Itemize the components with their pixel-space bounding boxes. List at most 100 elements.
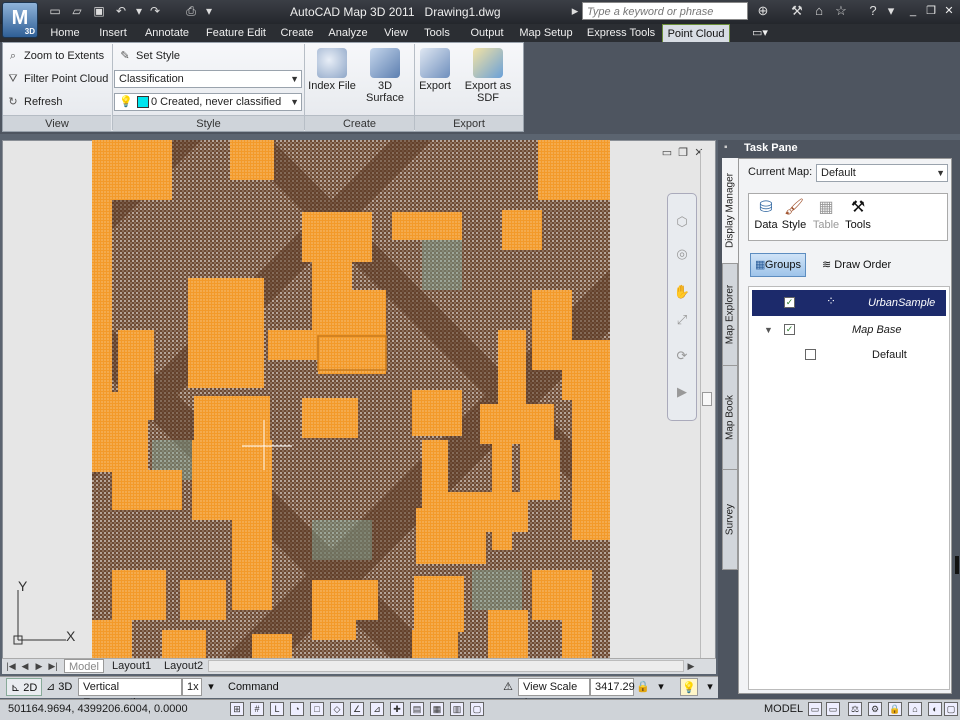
model-space-toggle[interactable]: MODEL <box>764 703 803 715</box>
command-label[interactable]: Command <box>228 678 279 696</box>
table-button[interactable]: ▦ Table <box>810 197 842 231</box>
tab-survey[interactable]: Survey <box>722 470 738 570</box>
tab-layout2[interactable]: Layout2 <box>160 659 207 673</box>
quick-view-drawings-icon[interactable]: ▭ <box>826 702 840 716</box>
vertical-exaggeration-value[interactable]: 1x <box>182 678 202 696</box>
snap-icon[interactable]: ⊞ <box>230 702 244 716</box>
expand-triangle-icon[interactable]: ▼ <box>764 325 773 335</box>
polar-icon[interactable]: ◔ <box>290 702 304 716</box>
tab-map-book[interactable]: Map Book <box>722 366 738 470</box>
group-visibility-checkbox[interactable]: ✓ <box>784 324 795 335</box>
ortho-icon[interactable]: L <box>270 702 284 716</box>
tab-express-tools[interactable]: Express Tools <box>584 24 658 42</box>
viewport-minimize-icon[interactable]: ▭ <box>660 147 674 159</box>
tab-map-setup[interactable]: Map Setup <box>516 24 576 42</box>
favorites-star-icon[interactable]: ☆ <box>832 3 850 19</box>
wrench-icon[interactable]: ⚒ <box>788 3 806 19</box>
tab-view[interactable]: View <box>378 24 414 42</box>
viewport-restore-icon[interactable]: ❐ <box>676 147 690 159</box>
lock-icon[interactable]: 🔒 <box>636 678 650 696</box>
open-folder-icon[interactable]: ▱ <box>68 3 86 19</box>
filter-point-cloud-button[interactable]: ⛛ Filter Point Cloud <box>6 69 108 89</box>
lightbulb-icon[interactable]: 💡 <box>680 678 698 696</box>
export-button[interactable]: Export <box>418 48 452 92</box>
task-pane-grip-icon[interactable]: ▪ <box>724 142 738 154</box>
redo-icon[interactable]: ↷ <box>146 3 164 19</box>
help-icon[interactable]: ? <box>864 3 882 19</box>
index-file-button[interactable]: Index File <box>308 48 356 92</box>
tools-button[interactable]: ⚒ Tools <box>842 197 874 231</box>
otrack-icon[interactable]: ∠ <box>350 702 364 716</box>
zoom-to-extents-button[interactable]: ⌕ Zoom to Extents <box>6 46 104 66</box>
selection-cycling-icon[interactable]: ▢ <box>470 702 484 716</box>
osnap-icon[interactable]: □ <box>310 702 324 716</box>
style-button[interactable]: 🖌 Style <box>778 197 810 231</box>
undo-icon[interactable]: ↶ <box>112 3 130 19</box>
viewcube-icon[interactable]: ⬡ <box>672 212 692 232</box>
save-icon[interactable]: ▣ <box>90 3 108 19</box>
steering-wheel-icon[interactable]: ◎ <box>672 244 692 264</box>
workspace-gear-icon[interactable]: ⚙ <box>868 702 882 716</box>
tab-analyze[interactable]: Analyze <box>324 24 372 42</box>
tab-map-explorer[interactable]: Map Explorer <box>722 264 738 366</box>
subscription-icon[interactable]: ⌂ <box>810 3 828 19</box>
horizontal-scrollbar[interactable] <box>208 660 684 672</box>
search-input[interactable]: Type a keyword or phrase <box>582 2 748 20</box>
export-as-sdf-button[interactable]: Export as SDF <box>454 48 522 104</box>
chevron-down-icon[interactable]: ▾ <box>654 678 668 696</box>
task-pane-splitter[interactable] <box>955 556 959 574</box>
grid-icon[interactable]: # <box>250 702 264 716</box>
tab-point-cloud[interactable]: Point Cloud <box>662 24 730 42</box>
groups-button[interactable]: ▦ Groups <box>750 253 806 277</box>
toolbar-lock-icon[interactable]: 🔒 <box>888 702 902 716</box>
isolate-objects-icon[interactable]: ◐ <box>928 702 942 716</box>
application-menu-button[interactable]: M 3D <box>2 2 38 38</box>
quick-view-layouts-icon[interactable]: ▭ <box>808 702 822 716</box>
chevron-down-icon[interactable]: ▾ <box>204 678 218 696</box>
new-file-icon[interactable]: ▭ <box>46 3 64 19</box>
2d-mode-button[interactable]: ⊾ 2D <box>6 678 43 696</box>
dyn-icon[interactable]: ✚ <box>390 702 404 716</box>
layer-visibility-checkbox[interactable]: ✓ <box>805 349 816 360</box>
hardware-acceleration-icon[interactable]: ⌂ <box>908 702 922 716</box>
clean-screen-icon[interactable]: ▢ <box>944 702 958 716</box>
tab-home[interactable]: Home <box>44 24 86 42</box>
tab-display-manager[interactable]: Display Manager <box>722 158 738 264</box>
first-layout-icon[interactable]: |◀ <box>6 660 16 672</box>
zoom-icon[interactable]: ⤢ <box>672 310 692 330</box>
prev-layout-icon[interactable]: ◀ <box>20 660 30 672</box>
tab-feature-edit[interactable]: Feature Edit <box>202 24 270 42</box>
set-style-button[interactable]: ✎ Set Style <box>118 46 180 66</box>
tab-output[interactable]: Output <box>464 24 510 42</box>
3d-mode-button[interactable]: ⊿ 3D <box>46 678 72 696</box>
refresh-button[interactable]: ↻ Refresh <box>6 92 62 112</box>
binoculars-icon[interactable]: ⊕ <box>754 3 772 19</box>
tab-insert[interactable]: Insert <box>92 24 134 42</box>
current-map-combo[interactable]: Default ▼ <box>816 164 948 182</box>
classification-combo[interactable]: 💡 0 Created, never classified ▼ <box>114 93 302 111</box>
annotation-scale-icon[interactable]: ⚖ <box>848 702 862 716</box>
restore-icon[interactable]: ❐ <box>922 4 940 18</box>
quick-access-dropdown-icon[interactable]: ▾ <box>200 3 218 19</box>
last-layout-icon[interactable]: ▶| <box>48 660 58 672</box>
3d-surface-button[interactable]: 3D Surface <box>358 48 412 104</box>
quick-properties-icon[interactable]: ▥ <box>450 702 464 716</box>
tab-tools[interactable]: Tools <box>418 24 456 42</box>
tab-annotate[interactable]: Annotate <box>140 24 194 42</box>
vertical-scrollbar-thumb[interactable] <box>702 392 712 406</box>
pan-hand-icon[interactable]: ✋ <box>672 282 692 302</box>
draw-order-button[interactable]: ≋ Draw Order <box>822 253 922 277</box>
scroll-right-icon[interactable]: ▶ <box>686 660 696 672</box>
next-layout-icon[interactable]: ▶ <box>34 660 44 672</box>
tab-model[interactable]: Model <box>64 659 104 673</box>
view-scale-field[interactable]: View Scale 1 : <box>518 678 590 709</box>
style-combo[interactable]: Classification ▼ <box>114 70 302 88</box>
ribbon-minimize-icon[interactable]: ▭▾ <box>748 24 772 42</box>
tab-create[interactable]: Create <box>276 24 318 42</box>
transparency-icon[interactable]: ▦ <box>430 702 444 716</box>
3d-osnap-icon[interactable]: ◇ <box>330 702 344 716</box>
layer-visibility-checkbox[interactable]: ✓ <box>784 297 795 308</box>
lineweight-icon[interactable]: ▤ <box>410 702 424 716</box>
warning-icon[interactable]: ⚠ <box>500 678 516 696</box>
orbit-icon[interactable]: ⟳ <box>672 346 692 366</box>
